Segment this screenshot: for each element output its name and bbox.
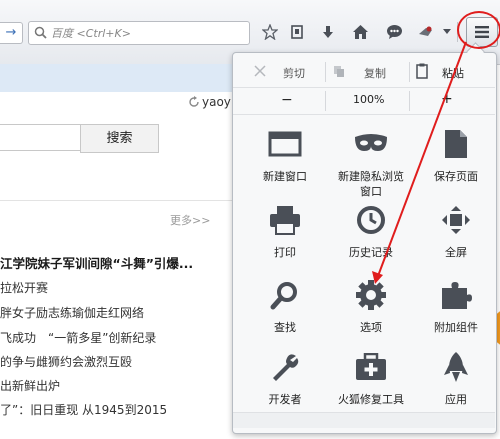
menu-item-label: 附加组件 xyxy=(434,321,478,334)
separator xyxy=(325,62,326,82)
page-search-button[interactable]: 搜索 xyxy=(80,124,159,153)
news-item[interactable]: 了”：旧日重现 从1945到2015 xyxy=(0,401,167,418)
download-icon[interactable] xyxy=(316,20,340,44)
copy-icon xyxy=(334,66,344,77)
news-item[interactable]: 的争与雌狮约会激烈互殴 xyxy=(0,353,132,370)
private-window-icon xyxy=(353,126,389,162)
news-item[interactable]: 拉松开赛 xyxy=(0,279,48,296)
history-icon xyxy=(353,202,389,238)
more-news-link[interactable]: 更多>> xyxy=(170,212,210,228)
print-icon xyxy=(267,202,303,238)
username-label[interactable]: yaoy xyxy=(202,95,231,109)
zoom-reset-button[interactable]: 100% xyxy=(353,93,384,106)
menu-item-label: 开发者 xyxy=(268,393,302,406)
extension-icon[interactable] xyxy=(414,20,438,44)
menu-item-label: 保存页面 xyxy=(434,170,478,183)
new-window-icon xyxy=(267,126,303,162)
separator xyxy=(325,91,326,111)
bookmark-star-icon[interactable] xyxy=(258,20,282,44)
edit-controls-row: 剪切 复制 粘贴 xyxy=(233,58,495,86)
fullscreen-icon xyxy=(438,202,474,238)
chat-bubble-icon[interactable] xyxy=(382,20,406,44)
cut-button[interactable]: 剪切 xyxy=(283,65,305,81)
menu-item-label: 火狐修复工具 xyxy=(338,393,404,406)
menu-item-label: 全屏 xyxy=(445,246,467,259)
section-divider xyxy=(0,200,235,201)
menu-item-label: 选项 xyxy=(360,321,382,334)
save-page-icon xyxy=(438,126,474,162)
separator xyxy=(409,91,410,111)
page-header-strip xyxy=(0,64,235,92)
options-gear-icon xyxy=(353,277,389,313)
paste-icon xyxy=(416,63,428,79)
apps-rocket-icon xyxy=(438,349,474,385)
repair-toolkit-icon xyxy=(353,349,389,385)
news-item[interactable]: 胖女子励志练瑜伽走红网络 xyxy=(0,304,144,321)
home-icon[interactable] xyxy=(348,20,372,44)
menu-item-label: 历史记录 xyxy=(349,246,393,259)
zoom-out-button[interactable]: − xyxy=(281,92,293,108)
developer-wrench-icon xyxy=(267,349,303,385)
find-icon xyxy=(267,277,303,313)
search-placeholder: 百度 <Ctrl+K> xyxy=(51,27,131,40)
search-bar[interactable]: 百度 <Ctrl+K> xyxy=(28,21,250,45)
separator xyxy=(409,62,410,82)
menu-item-label: 新建窗口 xyxy=(263,170,307,183)
search-icon xyxy=(34,26,47,39)
forward-arrow-button[interactable]: → xyxy=(0,22,23,44)
copy-button[interactable]: 复制 xyxy=(364,65,386,81)
toolbar-separator xyxy=(457,22,458,42)
menu-item-label: 查找 xyxy=(274,321,296,334)
open-menu-button[interactable] xyxy=(466,17,498,47)
cut-icon xyxy=(254,65,266,77)
page-search-input[interactable] xyxy=(0,124,81,151)
zoom-controls-row: − 100% + xyxy=(233,87,495,115)
bookmarks-menu-icon[interactable] xyxy=(285,20,309,44)
zoom-in-button[interactable]: + xyxy=(441,91,453,107)
panel-footer xyxy=(233,412,495,428)
menu-item-label: 新建隐私浏览 窗口 xyxy=(338,170,404,198)
addons-puzzle-icon xyxy=(438,277,474,313)
menu-item-label: 应用 xyxy=(445,393,467,406)
news-item[interactable]: 江学院妹子军训间隙“斗舞”引爆... xyxy=(0,253,193,272)
refresh-icon[interactable] xyxy=(188,96,200,108)
hamburger-icon xyxy=(475,26,489,38)
dropdown-chevron-icon[interactable] xyxy=(440,20,454,44)
news-item[interactable]: 飞成功 “一箭多星”创新纪录 xyxy=(0,329,156,346)
menu-item-label: 打印 xyxy=(274,246,296,259)
news-item[interactable]: 出新鲜出炉 xyxy=(0,377,60,394)
paste-button[interactable]: 粘贴 xyxy=(442,65,464,81)
